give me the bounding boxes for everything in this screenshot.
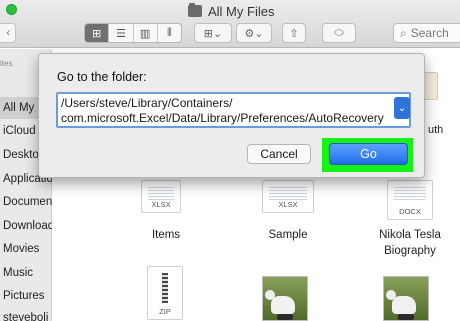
file-ext: XLSX [278, 200, 298, 209]
sidebar-item-downloads[interactable]: Downloads [0, 215, 52, 237]
zipper-icon [162, 273, 168, 303]
column-view-icon: ▥ [139, 27, 151, 40]
spreadsheet-preview [148, 187, 174, 201]
document-preview [394, 187, 426, 201]
path-history-dropdown[interactable]: ⌄ [394, 97, 410, 119]
gear-icon: ⚙⌄ [244, 27, 264, 40]
path-line-2: com.microsoft.Excel/Data/Library/Prefere… [61, 111, 384, 125]
sidebar-item-user[interactable]: steveboli [0, 307, 52, 321]
tag-button[interactable]: ⬭ [322, 23, 356, 43]
file-icon-zip[interactable]: ZIP [147, 266, 183, 320]
cover-flow-icon: ⫴ [167, 26, 172, 39]
cat-image [265, 290, 295, 320]
icon-view-button[interactable]: ⊞ [85, 24, 109, 42]
file-ext: ZIP [159, 307, 171, 316]
chevron-down-icon: ⌄ [397, 102, 407, 114]
search-placeholder: Search [410, 26, 449, 40]
search-icon: ⌕ [400, 25, 407, 40]
spreadsheet-preview [269, 187, 307, 201]
column-view-button[interactable]: ▥ [132, 24, 157, 42]
folder-icon [188, 3, 202, 17]
dialog-title: Go to the folder: [57, 70, 147, 84]
file-label-tesla[interactable]: Nikola Tesla Biography [365, 227, 455, 259]
photo-thumbnail-cat-2[interactable] [383, 276, 429, 321]
view-mode-selector: ⊞ ☰ ▥ ⫴ [84, 23, 182, 43]
share-icon: ⇧ [289, 27, 299, 40]
sidebar-item-music[interactable]: Music [0, 262, 52, 284]
folder-path-input[interactable]: /Users/steve/Library/Containers/ com.mic… [56, 92, 411, 128]
cancel-button[interactable]: Cancel [247, 144, 311, 164]
icon-view-icon: ⊞ [92, 27, 102, 40]
path-line-1: /Users/steve/Library/Containers/ [61, 96, 233, 110]
window-title: All My Files [188, 3, 274, 19]
cover-flow-button[interactable]: ⫴ [156, 24, 181, 42]
list-view-button[interactable]: ☰ [108, 24, 132, 42]
arrange-icon: ⊞⌄ [203, 27, 223, 40]
file-label-partial[interactable]: uth [428, 124, 443, 136]
share-button[interactable]: ⇧ [282, 23, 306, 43]
go-to-folder-dialog: Go to the folder: /Users/steve/Library/C… [38, 53, 425, 178]
file-icon-partial[interactable] [424, 72, 438, 100]
sidebar-item-documents[interactable]: Documents [0, 191, 52, 213]
sidebar-heading: ites [0, 59, 13, 68]
file-ext: XLSX [151, 200, 171, 209]
back-icon: ‹ [6, 27, 10, 39]
file-icon-items[interactable]: XLSX [141, 180, 181, 213]
photo-thumbnail-cat-1[interactable] [262, 276, 308, 321]
list-view-icon: ☰ [115, 27, 126, 40]
cat-image [386, 290, 416, 320]
sidebar-item-movies[interactable]: Movies [0, 238, 52, 260]
sidebar-item-pictures[interactable]: Pictures [0, 285, 52, 307]
file-icon-sample[interactable]: XLSX [262, 180, 314, 213]
file-icon-tesla[interactable]: DOCX [387, 180, 433, 220]
file-ext: DOCX [399, 207, 421, 216]
window-title-text: All My Files [208, 3, 275, 19]
file-label-items[interactable]: Items [121, 227, 211, 243]
back-button[interactable]: ‹ [0, 23, 16, 43]
search-field[interactable]: ⌕ Search [393, 23, 460, 43]
tag-icon: ⬭ [334, 26, 344, 39]
action-button[interactable]: ⚙⌄ [236, 23, 272, 43]
zoom-window-button[interactable] [6, 4, 17, 15]
go-button[interactable]: Go [329, 143, 408, 165]
window-toolbar: All My Files ‹ ⊞ ☰ ▥ ⫴ ⊞⌄ ⚙⌄ ⇧ ⬭ ⌕ Searc… [0, 0, 460, 48]
arrange-button[interactable]: ⊞⌄ [194, 23, 232, 43]
file-label-sample[interactable]: Sample [243, 227, 333, 243]
